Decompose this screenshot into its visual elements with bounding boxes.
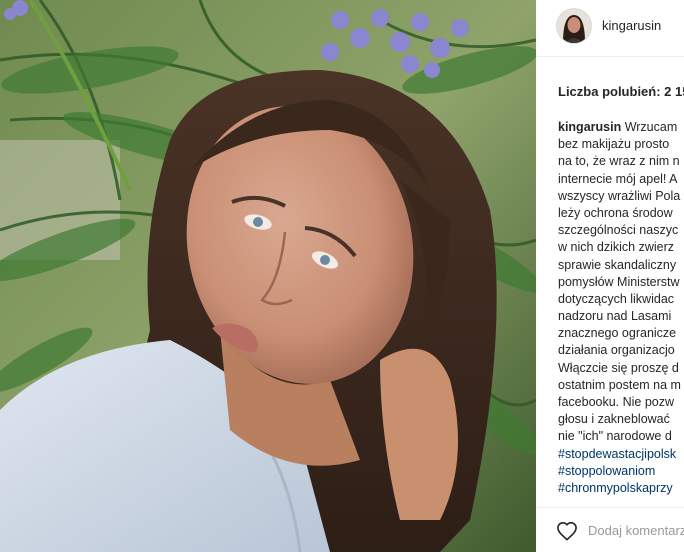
- caption-line: nie "ich" narodowe d: [558, 429, 672, 444]
- caption-line: w nich dzikich zwierz: [558, 240, 675, 255]
- caption-line: szczególności naszyc: [558, 223, 679, 238]
- comment-bar: [536, 507, 684, 552]
- post-author-username[interactable]: kingarusin: [602, 18, 661, 33]
- caption-line: nadzoru nad Lasami: [558, 309, 672, 324]
- caption-line: leży ochrona środow: [558, 205, 673, 220]
- hashtag-link[interactable]: #stopdewastacjipolsk: [558, 446, 684, 463]
- caption-line: facebooku. Nie pozw: [558, 395, 675, 409]
- selfie-image: [0, 0, 536, 552]
- heart-icon[interactable]: [556, 521, 578, 541]
- caption-username[interactable]: kingarusin: [558, 120, 621, 134]
- caption-line: głosu i zakneblować: [558, 412, 670, 427]
- caption-line: sprawie skandaliczny: [558, 257, 677, 272]
- post-header: kingarusin: [536, 0, 684, 57]
- caption-text: Wrzucam: [621, 120, 678, 134]
- likes-count[interactable]: Liczba polubień: 2 15: [558, 84, 684, 99]
- avatar-image: [557, 9, 591, 43]
- caption-line: wszyscy wrażliwi Pola: [558, 188, 681, 203]
- caption-line: pomysłów Ministerstw: [558, 274, 680, 289]
- caption-line: bez makijażu prosto: [558, 137, 670, 152]
- caption-line: znacznego ogranicze: [558, 326, 677, 341]
- profile-avatar[interactable]: [557, 9, 591, 43]
- caption-line: Włączcie się proszę d: [558, 360, 679, 375]
- caption-line: ostatnim postem na m: [558, 377, 681, 392]
- caption-line: internecie mój apel! A: [558, 171, 678, 186]
- caption-line: działania organizacjo: [558, 343, 675, 358]
- caption-line: dotyczących likwidac: [558, 291, 675, 306]
- comment-input[interactable]: [588, 523, 684, 538]
- hashtag-link[interactable]: #chronmypolskaprzy: [558, 480, 684, 497]
- post-caption: kingarusin Wrzucam bez makijażu prosto n…: [558, 119, 684, 497]
- caption-line: na to, że wraz z nim n: [558, 154, 680, 169]
- hashtag-link[interactable]: #stoppolowaniom: [558, 463, 684, 480]
- post-sidebar: kingarusin Liczba polubień: 2 15 kingaru…: [536, 0, 684, 552]
- caption-line: kingarusin Wrzucam: [558, 119, 684, 136]
- post-photo[interactable]: [0, 0, 536, 552]
